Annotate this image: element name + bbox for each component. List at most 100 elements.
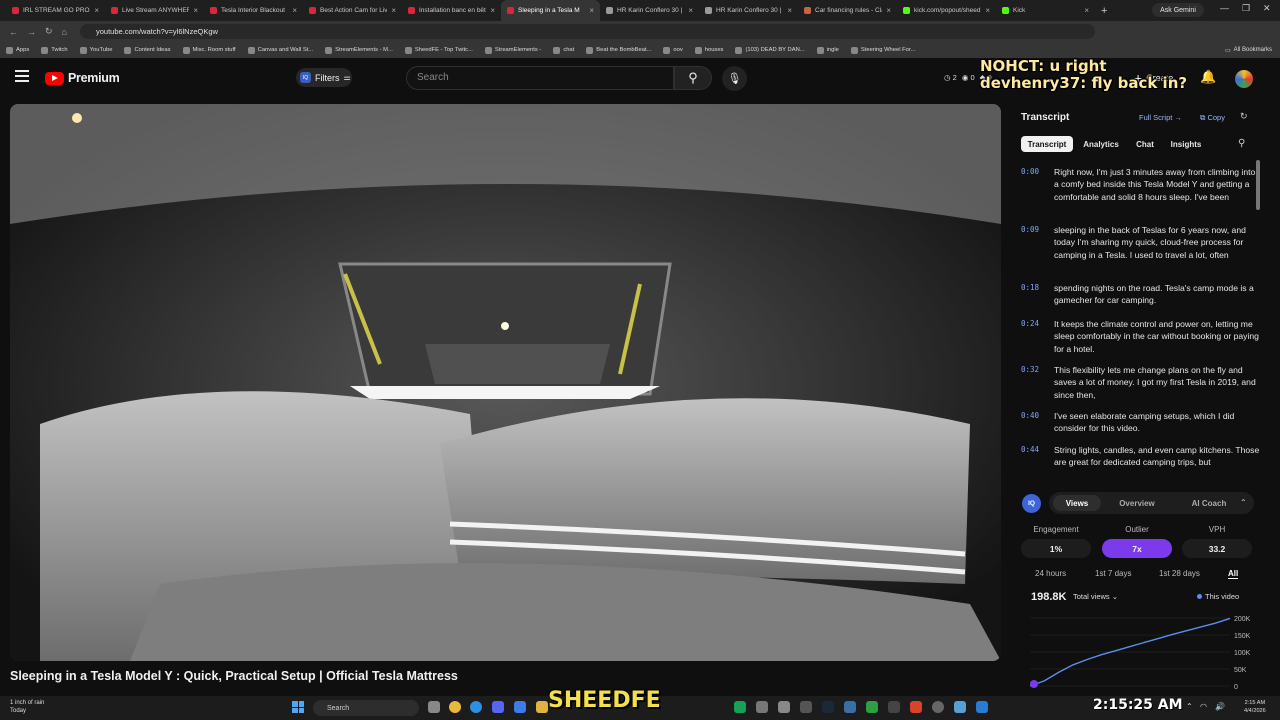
bookmark-item[interactable]: Canvas and Wall St... xyxy=(247,46,313,54)
bookmark-item[interactable]: StreamElements - M... xyxy=(325,46,393,54)
bookmark-item[interactable]: YouTube xyxy=(79,46,112,54)
browser-tab[interactable]: Best Action Cam for Liv × xyxy=(303,0,402,21)
tab-close-icon[interactable]: × xyxy=(391,6,396,15)
youtube-logo[interactable]: Premium xyxy=(45,71,120,85)
media-icon[interactable] xyxy=(932,701,944,713)
wifi-icon[interactable]: ◠ xyxy=(1200,702,1207,711)
segment-timestamp[interactable]: 0:24 xyxy=(1021,318,1051,330)
back-icon[interactable]: ← xyxy=(9,27,18,37)
range-all[interactable]: All xyxy=(1228,569,1239,579)
bookmark-item[interactable]: oov xyxy=(663,46,683,54)
browser-tab[interactable]: Tesla Interior Blackout × xyxy=(204,0,303,21)
collapse-chevron-icon[interactable]: ⌃ xyxy=(1240,498,1247,507)
bookmark-item[interactable]: Apps xyxy=(6,46,29,54)
settings-icon[interactable] xyxy=(756,701,768,713)
tab-views[interactable]: Views xyxy=(1053,495,1101,511)
browser-tab[interactable]: Sleeping in a Tesla M × xyxy=(501,0,600,21)
taskbar-app-icon[interactable] xyxy=(514,701,526,713)
steam-icon[interactable] xyxy=(822,701,834,713)
bookmark-item[interactable]: SheedFE - Top Twitc... xyxy=(404,46,473,54)
views-type-select[interactable]: Total views ⌄ xyxy=(1073,592,1118,601)
range-24-hours[interactable]: 24 hours xyxy=(1035,569,1066,578)
bookmark-item[interactable]: StreamElements - xyxy=(484,46,541,54)
chrome-icon[interactable] xyxy=(449,701,461,713)
filters-button[interactable]: IQ Filters ⚌ xyxy=(296,68,352,87)
transcript-scrollbar[interactable] xyxy=(1256,160,1260,210)
discord-icon[interactable] xyxy=(492,701,504,713)
refresh-icon[interactable]: ↻ xyxy=(1240,111,1248,122)
windows-start-icon[interactable] xyxy=(292,701,304,713)
taskbar-app-icon-5[interactable] xyxy=(888,701,900,713)
segment-timestamp[interactable]: 0:44 xyxy=(1021,444,1051,456)
segment-timestamp[interactable]: 0:18 xyxy=(1021,282,1051,294)
tab-close-icon[interactable]: × xyxy=(1084,6,1089,15)
range-first-7-days[interactable]: 1st 7 days xyxy=(1095,569,1131,578)
range-first-28-days[interactable]: 1st 28 days xyxy=(1159,569,1200,578)
tab-close-icon[interactable]: × xyxy=(193,6,198,15)
bookmark-item[interactable]: Twitch xyxy=(41,46,68,54)
close-window-icon[interactable]: ✕ xyxy=(1263,3,1271,14)
reload-icon[interactable]: ↻ xyxy=(45,26,53,37)
browser-tab[interactable]: kick.com/popout/sheed × xyxy=(897,0,996,21)
all-bookmarks-button[interactable]: ▭ All Bookmarks xyxy=(1225,42,1272,58)
tab-close-icon[interactable]: × xyxy=(292,6,297,15)
forward-icon[interactable]: → xyxy=(27,27,36,37)
tab-ai-coach[interactable]: AI Coach xyxy=(1179,495,1239,511)
browser-tab[interactable]: HR Karin Conflero 30 | × xyxy=(600,0,699,21)
taskbar-app-icon-4[interactable] xyxy=(866,701,878,713)
tab-overview[interactable]: Overview xyxy=(1113,495,1161,511)
taskbar-app-icon-6[interactable] xyxy=(910,701,922,713)
excel-icon[interactable] xyxy=(734,701,746,713)
tab-analytics[interactable]: Analytics xyxy=(1077,136,1125,152)
search-button[interactable]: ⚲ xyxy=(674,66,712,90)
bookmark-item[interactable]: Content Ideas xyxy=(124,46,171,54)
video-player[interactable] xyxy=(10,104,1001,661)
avatar[interactable] xyxy=(1235,70,1253,88)
bookmark-item[interactable]: (103) DEAD BY DAN... xyxy=(735,46,805,54)
segment-timestamp[interactable]: 0:00 xyxy=(1021,166,1051,178)
tab-chat[interactable]: Chat xyxy=(1129,136,1161,152)
transcript-search-icon[interactable]: ⚲ xyxy=(1238,138,1245,149)
tray-chevron-icon[interactable]: ⌃ xyxy=(1186,702,1193,711)
copy-button[interactable]: ⧉ Copy xyxy=(1200,113,1225,123)
full-script-button[interactable]: Full Script → xyxy=(1139,113,1182,122)
tab-close-icon[interactable]: × xyxy=(787,6,792,15)
tab-close-icon[interactable]: × xyxy=(589,6,594,15)
segment-timestamp[interactable]: 0:32 xyxy=(1021,364,1051,376)
bookmark-item[interactable]: houses xyxy=(694,46,723,54)
tab-close-icon[interactable]: × xyxy=(490,6,495,15)
edge-icon[interactable] xyxy=(470,701,482,713)
browser-tab[interactable]: Live Stream ANYWHER × xyxy=(105,0,204,21)
browser-tab[interactable]: Car financing rules - Cla × xyxy=(798,0,897,21)
taskbar-app-icon-7[interactable] xyxy=(954,701,966,713)
tab-close-icon[interactable]: × xyxy=(688,6,693,15)
taskbar-app-icon-3[interactable] xyxy=(844,701,856,713)
mic-icon[interactable]: 🎙 xyxy=(722,66,747,91)
taskbar-search[interactable]: Search xyxy=(313,700,419,716)
tab-insights[interactable]: Insights xyxy=(1165,136,1207,152)
bookmark-item[interactable]: Misc. Room stuff xyxy=(182,46,236,54)
taskbar-app-icon-2[interactable] xyxy=(778,701,790,713)
minimize-icon[interactable]: — xyxy=(1220,3,1229,13)
search-input[interactable]: Search xyxy=(406,66,674,90)
volume-icon[interactable]: 🔊 xyxy=(1215,702,1225,711)
bookmark-item[interactable]: chat xyxy=(553,46,574,54)
weather-widget[interactable]: 1 inch of rain Today xyxy=(10,700,44,715)
browser-tab[interactable]: HR Karin Conflero 30 | × xyxy=(699,0,798,21)
new-tab-button[interactable]: + xyxy=(1101,5,1107,17)
browser-tab[interactable]: IRL STREAM GO PRO H × xyxy=(6,0,105,21)
home-icon[interactable]: ⌂ xyxy=(62,27,67,37)
obs-icon[interactable] xyxy=(800,701,812,713)
url-field[interactable]: youtube.com/watch?v=yl6lNzeQKgw xyxy=(80,24,1095,39)
bookmark-item[interactable]: Steering Wheel For... xyxy=(850,46,915,54)
taskbar-app-icon-8[interactable] xyxy=(976,701,988,713)
segment-timestamp[interactable]: 0:40 xyxy=(1021,410,1051,422)
maximize-icon[interactable]: ❐ xyxy=(1242,3,1250,14)
bookmark-item[interactable]: Beat the BombBeat... xyxy=(586,46,651,54)
browser-tab[interactable]: Kick × xyxy=(996,0,1095,21)
system-clock[interactable]: 2:15 AM 4/4/2026 xyxy=(1244,699,1266,715)
menu-icon[interactable] xyxy=(15,70,29,82)
bookmark-item[interactable]: ingle xyxy=(816,46,839,54)
tab-close-icon[interactable]: × xyxy=(94,6,99,15)
ask-gemini-button[interactable]: Ask Gemini xyxy=(1152,3,1204,17)
